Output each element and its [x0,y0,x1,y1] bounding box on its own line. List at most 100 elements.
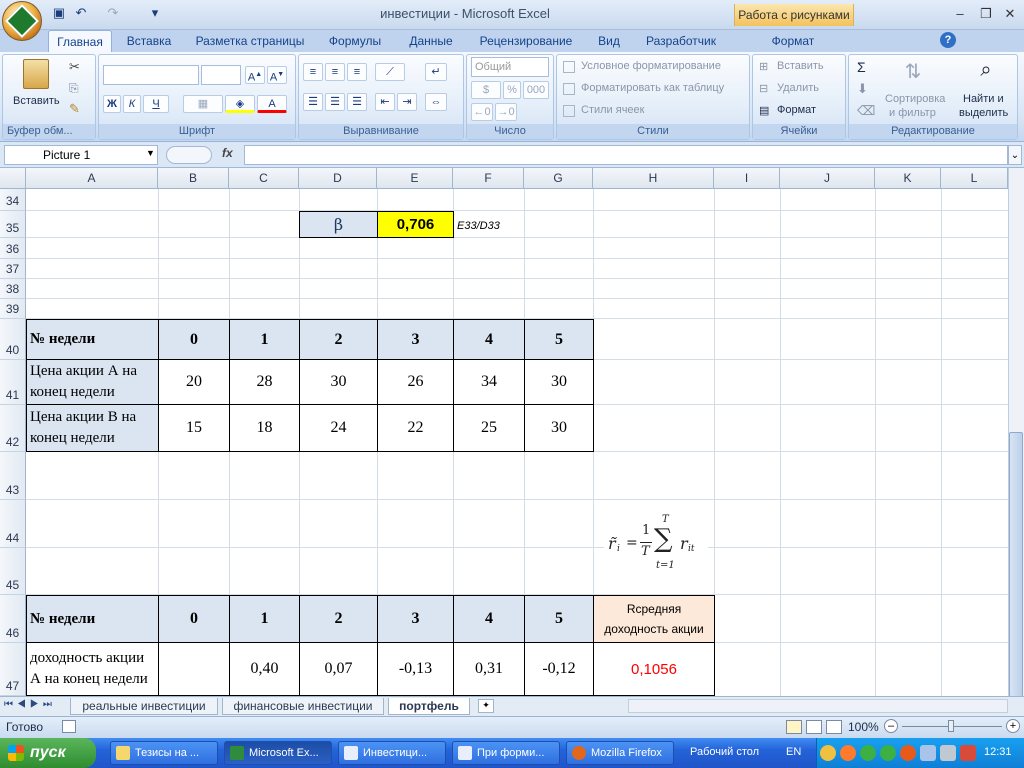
table1-row-a-label[interactable]: Цена акции А на конец недели [26,359,159,405]
normal-view-icon[interactable] [786,720,802,734]
tab-data[interactable]: Данные [400,30,462,52]
sheet-nav-arrows-icon[interactable]: ⏮◀▶⏭ [4,699,56,710]
table2-header-cell[interactable]: 0 [158,595,230,643]
zoom-in-icon[interactable]: + [1006,719,1020,733]
table2-header-week[interactable]: № недели [26,595,159,643]
number-format-combo[interactable]: Общий [471,57,549,77]
grow-font-button[interactable]: A▲ [245,66,265,84]
tab-review[interactable]: Рецензирование [472,30,580,52]
table1-header-cell[interactable]: 3 [377,319,454,360]
customize-qat-icon[interactable]: ▾ [146,4,164,22]
select-all-corner[interactable] [0,168,26,189]
sort-filter-line1[interactable]: Сортировка [885,93,945,105]
column-header[interactable]: F [453,168,524,189]
insert-cells-button[interactable]: Вставить [777,60,824,72]
taskbar-item[interactable]: При форми... [452,741,560,765]
table1-cell[interactable]: 25 [453,404,525,452]
cut-icon[interactable]: ✂ [69,59,80,75]
row-header[interactable]: 39 [0,299,26,319]
borders-button[interactable]: ▦ [183,95,223,113]
table2-header-cell[interactable]: 2 [299,595,378,643]
zoom-slider-thumb[interactable] [948,720,954,732]
avg-return-value[interactable]: 0,1056 [593,642,715,696]
table2-header-cell[interactable]: 3 [377,595,454,643]
expand-formula-bar-icon[interactable]: ⌄ [1008,145,1022,165]
avg-return-header[interactable]: Rсредняя доходность акции [593,595,715,643]
find-select-line2[interactable]: выделить [959,107,1008,119]
taskbar-item-active[interactable]: Microsoft Ex... [224,741,332,765]
table1-row-b-label[interactable]: Цена акции В на конец недели [26,404,159,452]
formula-bar-splitter[interactable] [166,146,212,164]
tray-icon[interactable] [900,745,916,761]
table1-header-cell[interactable]: 2 [299,319,378,360]
tray-icon[interactable] [820,745,836,761]
align-center-button[interactable]: ☰ [325,93,345,111]
table1-header-cell[interactable]: 0 [158,319,230,360]
taskbar-item[interactable]: Mozilla Firefox [566,741,674,765]
row-header[interactable]: 38 [0,279,26,299]
row-header[interactable]: 37 [0,259,26,279]
table1-cell[interactable]: 26 [377,359,454,405]
column-header[interactable]: D [299,168,377,189]
tray-icon[interactable] [860,745,876,761]
name-box[interactable]: Picture 1 [4,145,158,165]
fill-icon[interactable]: ⬇ [857,81,868,97]
tray-icon[interactable] [880,745,896,761]
row-header[interactable]: 47 [0,643,26,696]
row-header[interactable]: 43 [0,452,26,500]
delete-cells-button[interactable]: Удалить [777,82,819,94]
clear-icon[interactable]: ⌫ [857,103,875,119]
page-break-view-icon[interactable] [826,720,842,734]
column-header[interactable]: H [593,168,714,189]
cell-styles-button[interactable]: Стили ячеек [581,104,644,116]
autosum-icon[interactable]: Σ [857,59,866,75]
copy-icon[interactable]: ⎘ [69,81,79,96]
bold-button[interactable]: Ж [103,95,121,113]
sheet-tab[interactable]: реальные инвестиции [70,698,218,715]
table2-cell[interactable]: 0,07 [299,642,378,696]
zoom-out-icon[interactable]: – [884,719,898,733]
table1-cell[interactable]: 20 [158,359,230,405]
start-button[interactable]: пуск [0,738,96,768]
office-button[interactable] [2,1,42,41]
desktop-toolbar[interactable]: Рабочий стол [690,746,759,758]
format-cells-button[interactable]: Формат [777,104,816,116]
tab-developer[interactable]: Разработчик [636,30,726,52]
restore-icon[interactable]: ❐ [974,5,998,23]
table1-cell[interactable]: 30 [524,359,594,405]
table1-cell[interactable]: 30 [299,359,378,405]
insert-function-button[interactable]: fx [222,146,233,160]
row-header[interactable]: 41 [0,360,26,405]
language-indicator[interactable]: EN [786,746,801,758]
table2-header-cell[interactable]: 1 [229,595,300,643]
help-icon[interactable]: ? [940,32,956,48]
row-header[interactable]: 44 [0,500,26,548]
tab-insert[interactable]: Вставка [118,30,180,52]
table1-cell[interactable]: 18 [229,404,300,452]
table1-header-week[interactable]: № недели [26,319,159,360]
horizontal-scrollbar[interactable] [628,699,1008,713]
column-header[interactable]: J [780,168,875,189]
save-icon[interactable]: ▣ [50,4,68,22]
thousands-button[interactable]: 000 [523,81,549,99]
italic-button[interactable]: К [123,95,141,113]
macro-record-icon[interactable] [62,720,76,733]
sheet-tab-active[interactable]: портфель [388,698,470,715]
conditional-format-button[interactable]: Условное форматирование [581,60,721,72]
column-header[interactable]: K [875,168,941,189]
sheet-tab[interactable]: финансовые инвестиции [222,698,384,715]
column-header[interactable]: L [941,168,1008,189]
tab-formulas[interactable]: Формулы [320,30,390,52]
zoom-level[interactable]: 100% [848,720,879,734]
find-select-line1[interactable]: Найти и [963,93,1004,105]
table2-cell[interactable]: 0,40 [229,642,300,696]
table2-cell[interactable]: -0,12 [524,642,594,696]
shrink-font-button[interactable]: A▼ [267,66,287,84]
column-header[interactable]: E [377,168,453,189]
insert-sheet-icon[interactable]: ✦ [478,699,494,713]
align-left-button[interactable]: ☰ [303,93,323,111]
row-header[interactable]: 36 [0,238,26,259]
column-header[interactable]: G [524,168,593,189]
decrease-decimal-button[interactable]: →0 [495,103,517,121]
vertical-scroll-thumb[interactable] [1009,432,1023,697]
